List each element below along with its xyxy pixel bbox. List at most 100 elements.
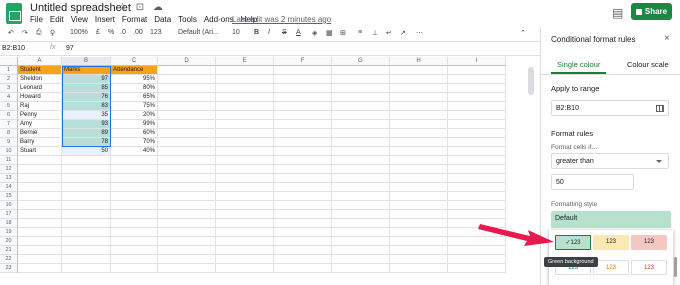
menu-addons[interactable]: Add-ons	[204, 15, 234, 24]
cell-g7[interactable]	[332, 120, 390, 129]
cell-h16[interactable]	[390, 201, 448, 210]
formula-input[interactable]: 97	[66, 45, 74, 52]
cell-i2[interactable]	[448, 75, 506, 84]
cell-f12[interactable]	[274, 165, 332, 174]
cell-c22[interactable]	[111, 255, 158, 264]
cell-d21[interactable]	[158, 246, 216, 255]
cell-d20[interactable]	[158, 237, 216, 246]
row-header-11[interactable]: 11	[0, 156, 18, 165]
cell-g17[interactable]	[332, 210, 390, 219]
palette-scrollbar[interactable]	[674, 257, 677, 277]
cell-g22[interactable]	[332, 255, 390, 264]
cell-a23[interactable]	[18, 264, 62, 273]
cell-b12[interactable]	[62, 165, 111, 174]
cell-f16[interactable]	[274, 201, 332, 210]
row-header-21[interactable]: 21	[0, 246, 18, 255]
cell-a21[interactable]	[18, 246, 62, 255]
cell-i19[interactable]	[448, 228, 506, 237]
cell-h19[interactable]	[390, 228, 448, 237]
cell-f21[interactable]	[274, 246, 332, 255]
cell-c21[interactable]	[111, 246, 158, 255]
cell-b22[interactable]	[62, 255, 111, 264]
style-swatch-1[interactable]: ✓123	[555, 235, 591, 250]
cell-c8[interactable]: 60%	[111, 129, 158, 138]
text-color-button[interactable]: A	[296, 29, 301, 36]
cell-g4[interactable]	[332, 93, 390, 102]
row-header-13[interactable]: 13	[0, 174, 18, 183]
valign-icon[interactable]: ⊥	[372, 29, 378, 37]
cell-g14[interactable]	[332, 183, 390, 192]
cell-h12[interactable]	[390, 165, 448, 174]
cell-b8[interactable]: 89	[62, 129, 111, 138]
cell-f18[interactable]	[274, 219, 332, 228]
cell-i16[interactable]	[448, 201, 506, 210]
cell-b20[interactable]	[62, 237, 111, 246]
cell-c10[interactable]: 40%	[111, 147, 158, 156]
cell-h23[interactable]	[390, 264, 448, 273]
cell-d18[interactable]	[158, 219, 216, 228]
cell-h11[interactable]	[390, 156, 448, 165]
cell-f3[interactable]	[274, 84, 332, 93]
cell-h18[interactable]	[390, 219, 448, 228]
cell-h3[interactable]	[390, 84, 448, 93]
print-icon[interactable]: ⎙	[36, 29, 42, 37]
cell-f17[interactable]	[274, 210, 332, 219]
cell-i15[interactable]	[448, 192, 506, 201]
cell-b3[interactable]: 85	[62, 84, 111, 93]
cell-i5[interactable]	[448, 102, 506, 111]
cell-g15[interactable]	[332, 192, 390, 201]
cell-f19[interactable]	[274, 228, 332, 237]
cell-e18[interactable]	[216, 219, 274, 228]
row-header-9[interactable]: 9	[0, 138, 18, 147]
condition-value-input[interactable]: 50	[551, 174, 634, 190]
document-title[interactable]: Untitled spreadsheet	[30, 2, 131, 14]
cell-f1[interactable]	[274, 66, 332, 75]
cell-b14[interactable]	[62, 183, 111, 192]
cell-i22[interactable]	[448, 255, 506, 264]
cell-i17[interactable]	[448, 210, 506, 219]
cell-b4[interactable]: 76	[62, 93, 111, 102]
cell-f10[interactable]	[274, 147, 332, 156]
italic-button[interactable]: I	[268, 29, 270, 36]
cell-c5[interactable]: 75%	[111, 102, 158, 111]
name-box[interactable]: B2:B10	[0, 45, 40, 52]
increase-decimal-button[interactable]: .00	[133, 29, 143, 36]
spreadsheet-grid[interactable]: ABCDEFGHI 1 2 3 4 5 6 7 8 9 10 11 12 13 14 15 16 17 18 19 2…	[0, 57, 540, 285]
cell-h8[interactable]	[390, 129, 448, 138]
menu-view[interactable]: View	[71, 15, 88, 24]
cell-f4[interactable]	[274, 93, 332, 102]
cell-h13[interactable]	[390, 174, 448, 183]
cell-g11[interactable]	[332, 156, 390, 165]
select-all-corner[interactable]	[0, 57, 18, 66]
cell-e7[interactable]	[216, 120, 274, 129]
cell-a6[interactable]: Penny	[18, 111, 62, 120]
cell-c14[interactable]	[111, 183, 158, 192]
cell-d16[interactable]	[158, 201, 216, 210]
cell-a2[interactable]: Sheldon	[18, 75, 62, 84]
menu-edit[interactable]: Edit	[50, 15, 64, 24]
rotate-icon[interactable]: ↗	[400, 29, 406, 37]
cell-e23[interactable]	[216, 264, 274, 273]
cell-d23[interactable]	[158, 264, 216, 273]
menu-insert[interactable]: Insert	[95, 15, 115, 24]
cell-d7[interactable]	[158, 120, 216, 129]
cell-c9[interactable]: 70%	[111, 138, 158, 147]
column-header-i[interactable]: I	[448, 57, 506, 66]
cell-g6[interactable]	[332, 111, 390, 120]
cell-e16[interactable]	[216, 201, 274, 210]
cell-i18[interactable]	[448, 219, 506, 228]
row-header-16[interactable]: 16	[0, 201, 18, 210]
row-header-7[interactable]: 7	[0, 120, 18, 129]
cell-g2[interactable]	[332, 75, 390, 84]
menu-tools[interactable]: Tools	[178, 15, 197, 24]
wrap-icon[interactable]: ↵	[386, 29, 392, 37]
tab-colour-scale[interactable]: Colour scale	[627, 60, 669, 69]
cell-e22[interactable]	[216, 255, 274, 264]
cell-a10[interactable]: Stuart	[18, 147, 62, 156]
cell-f7[interactable]	[274, 120, 332, 129]
cell-b11[interactable]	[62, 156, 111, 165]
zoom-select[interactable]: 100%	[70, 29, 88, 36]
cell-b7[interactable]: 93	[62, 120, 111, 129]
collapse-icon[interactable]: ⌃	[520, 29, 526, 37]
cell-d12[interactable]	[158, 165, 216, 174]
